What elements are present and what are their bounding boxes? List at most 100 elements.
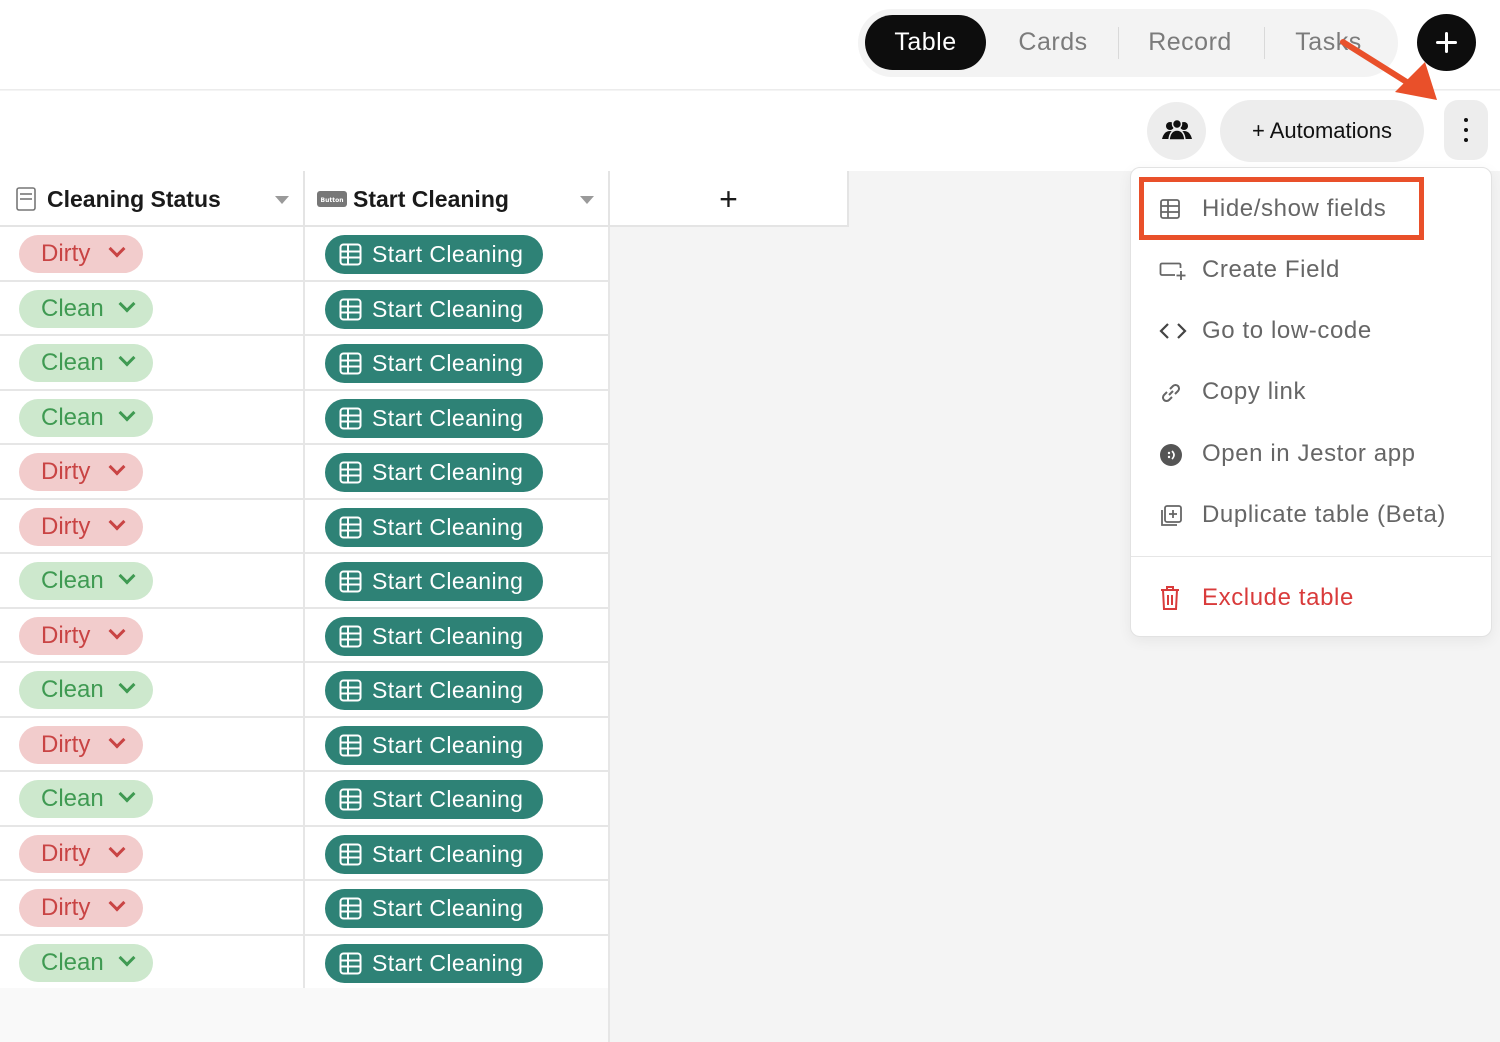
- menu-item-open-jestor-app[interactable]: Open in Jestor app: [1131, 429, 1491, 479]
- start-cleaning-button[interactable]: Start Cleaning: [325, 344, 543, 383]
- status-select[interactable]: Clean: [19, 398, 153, 437]
- chevron-down-icon[interactable]: [580, 196, 594, 204]
- start-cleaning-button[interactable]: Start Cleaning: [325, 398, 543, 438]
- create-field-icon: [1159, 262, 1186, 280]
- status-select[interactable]: Clean: [19, 671, 153, 709]
- chevron-down-icon: [108, 894, 126, 912]
- tab-separator: [1264, 27, 1265, 59]
- cell-divider: [608, 608, 610, 661]
- button-label: Start Cleaning: [372, 513, 524, 540]
- automations-button[interactable]: + Automations: [1220, 100, 1424, 162]
- menu-item-label: Open in Jestor app: [1202, 440, 1416, 467]
- start-cleaning-button[interactable]: Start Cleaning: [325, 889, 543, 928]
- status-label: Dirty: [41, 730, 91, 758]
- add-column-button[interactable]: +: [610, 171, 849, 227]
- status-select[interactable]: Clean: [19, 943, 153, 982]
- status-label: Dirty: [41, 240, 91, 267]
- kebab-dot: [1464, 138, 1468, 142]
- status-select[interactable]: Dirty: [19, 725, 143, 764]
- status-select[interactable]: Dirty: [19, 616, 143, 655]
- table-row: Dirty Start Cleaning: [0, 826, 610, 881]
- table-toolbar: + Automations: [0, 91, 1500, 171]
- menu-item-create-field[interactable]: Create Field: [1131, 245, 1491, 295]
- menu-item-low-code[interactable]: Go to low-code: [1131, 306, 1491, 356]
- table-row: Clean Start Cleaning: [0, 281, 610, 336]
- people-icon: [1162, 119, 1192, 141]
- link-icon: [1161, 383, 1181, 403]
- status-select[interactable]: Dirty: [19, 889, 143, 927]
- start-cleaning-button[interactable]: Start Cleaning: [325, 507, 543, 547]
- tab-cards[interactable]: Cards: [998, 15, 1108, 70]
- tab-record[interactable]: Record: [1130, 15, 1250, 70]
- button-label: Start Cleaning: [372, 895, 524, 921]
- table-row: Clean Start Cleaning: [0, 390, 610, 445]
- start-cleaning-button[interactable]: Start Cleaning: [325, 671, 543, 710]
- cell-divider: [303, 445, 305, 498]
- button-label: Start Cleaning: [372, 677, 524, 703]
- table-icon: [339, 625, 362, 647]
- cell-divider: [608, 499, 610, 552]
- table-row: Dirty Start Cleaning: [0, 717, 610, 772]
- chevron-down-icon: [108, 513, 126, 530]
- start-cleaning-button[interactable]: Start Cleaning: [325, 725, 543, 765]
- jestor-app-icon: [1160, 444, 1182, 466]
- menu-divider: [1131, 556, 1491, 557]
- status-select[interactable]: Dirty: [19, 453, 143, 491]
- table-row: Clean Start Cleaning: [0, 935, 610, 990]
- button-label: Start Cleaning: [372, 786, 524, 812]
- menu-item-exclude-table[interactable]: Exclude table: [1131, 573, 1491, 623]
- menu-item-label: Copy link: [1202, 378, 1307, 405]
- tab-table[interactable]: Table: [865, 15, 986, 70]
- button-label: Start Cleaning: [372, 731, 524, 758]
- cell-divider: [303, 554, 305, 607]
- cell-divider: [608, 554, 610, 607]
- status-select[interactable]: Clean: [19, 780, 153, 818]
- table-icon: [339, 243, 362, 266]
- column-header-cleaning-status[interactable]: Cleaning Status: [0, 171, 305, 227]
- status-select[interactable]: Dirty: [19, 235, 143, 273]
- chevron-down-icon: [118, 404, 136, 421]
- menu-item-duplicate-table[interactable]: Duplicate table (Beta): [1131, 490, 1491, 540]
- start-cleaning-button[interactable]: Start Cleaning: [325, 453, 543, 492]
- table-icon: [339, 407, 362, 429]
- members-button[interactable]: [1147, 102, 1206, 160]
- view-switcher: Table Cards Record Tasks: [858, 9, 1398, 77]
- more-options-button[interactable]: [1444, 100, 1488, 160]
- chevron-down-icon[interactable]: [275, 196, 289, 204]
- start-cleaning-button[interactable]: Start Cleaning: [325, 834, 543, 874]
- table-icon: [339, 952, 362, 974]
- status-select[interactable]: Clean: [19, 344, 153, 382]
- start-cleaning-button[interactable]: Start Cleaning: [325, 289, 543, 329]
- start-cleaning-button[interactable]: Start Cleaning: [325, 235, 543, 274]
- table-footer: [0, 988, 610, 1042]
- status-select[interactable]: Clean: [19, 289, 153, 328]
- start-cleaning-button[interactable]: Start Cleaning: [325, 616, 543, 656]
- table-icon: [339, 298, 362, 320]
- chevron-down-icon: [108, 731, 126, 748]
- status-select[interactable]: Clean: [19, 562, 153, 600]
- table-row: Dirty Start Cleaning: [0, 499, 610, 554]
- chevron-down-icon: [118, 567, 136, 585]
- status-label: Clean: [41, 785, 104, 812]
- table-row: Clean Start Cleaning: [0, 554, 610, 609]
- start-cleaning-button[interactable]: Start Cleaning: [325, 943, 543, 983]
- button-field-icon-text: Button: [321, 197, 344, 204]
- chevron-down-icon: [108, 240, 126, 258]
- status-label: Clean: [41, 349, 104, 376]
- cell-divider: [608, 390, 610, 443]
- button-label: Start Cleaning: [372, 241, 524, 267]
- status-select[interactable]: Dirty: [19, 834, 143, 873]
- cell-divider: [303, 608, 305, 661]
- menu-item-copy-link[interactable]: Copy link: [1131, 367, 1491, 417]
- cell-divider: [303, 281, 305, 334]
- menu-item-label: Go to low-code: [1202, 317, 1372, 344]
- start-cleaning-button[interactable]: Start Cleaning: [325, 562, 543, 601]
- chevron-down-icon: [118, 949, 136, 966]
- code-icon: [1159, 323, 1187, 339]
- start-cleaning-button[interactable]: Start Cleaning: [325, 780, 543, 819]
- cell-divider: [303, 826, 305, 879]
- status-select[interactable]: Dirty: [19, 507, 143, 546]
- column-header-start-cleaning[interactable]: Button Start Cleaning: [305, 171, 610, 227]
- kebab-dot: [1464, 128, 1468, 132]
- table-row: Dirty Start Cleaning: [0, 608, 610, 663]
